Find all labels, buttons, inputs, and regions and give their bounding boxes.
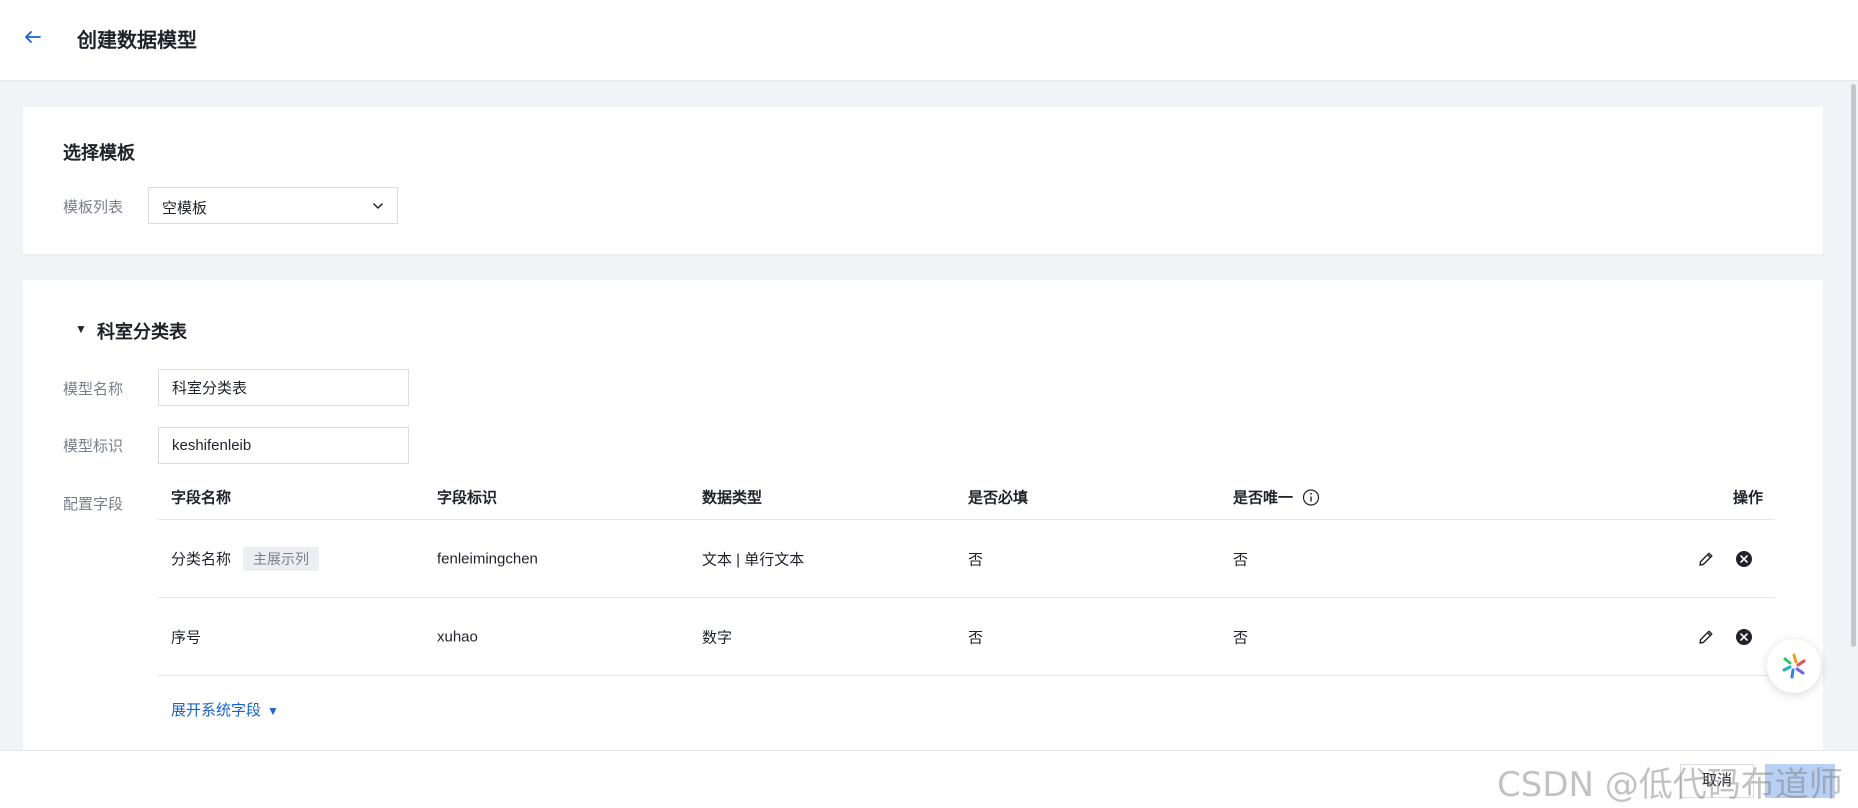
field-name: 分类名称 (171, 550, 232, 568)
column-header-unique: 是否唯一 (1233, 487, 1320, 508)
table-row: 序号 xuhao 数字 否 否 (158, 598, 1775, 676)
info-icon[interactable] (1302, 489, 1320, 507)
column-header: 是否必填 (968, 489, 1029, 507)
expand-link-label: 展开系统字段 (171, 702, 262, 719)
fields-table: 字段名称 字段标识 数据类型 是否必填 是否唯一 操作 分类名称 主展示列 fen… (158, 475, 1775, 736)
expand-system-fields-link[interactable]: 展开系统字段 ▼ (171, 699, 279, 720)
model-id-label: 模型标识 (63, 438, 124, 455)
delete-circle-icon[interactable] (1735, 550, 1753, 568)
field-unique: 否 (1233, 629, 1249, 646)
footer-bar: 取消 (0, 750, 1858, 808)
edit-pencil-icon[interactable] (1697, 550, 1715, 568)
field-identifier: xuhao (437, 628, 478, 645)
assistant-float-button[interactable] (1767, 639, 1821, 693)
column-header: 字段名称 (171, 489, 232, 507)
expand-row: 展开系统字段 ▼ (158, 676, 1775, 736)
column-header: 字段标识 (437, 489, 498, 507)
model-card: ▼ 科室分类表 模型名称 模型标识 配置字段 字段名称 字段标识 数据类型 是否… (23, 280, 1823, 750)
page-title: 创建数据模型 (77, 30, 197, 52)
chevron-down-icon (373, 203, 383, 209)
caret-down-icon: ▼ (75, 322, 87, 336)
caret-down-icon: ▼ (267, 704, 279, 718)
template-section-title: 选择模板 (63, 143, 135, 163)
template-select-value: 空模板 (162, 200, 208, 217)
field-name: 序号 (171, 629, 202, 646)
field-unique: 否 (1233, 551, 1249, 568)
template-card: 选择模板 模板列表 空模板 (23, 107, 1823, 254)
confirm-button[interactable] (1765, 764, 1835, 798)
primary-column-badge: 主展示列 (243, 546, 320, 571)
assistant-logo-icon (1782, 653, 1806, 679)
column-header: 操作 (1732, 489, 1763, 507)
top-bar: 创建数据模型 (0, 0, 1858, 81)
table-header-row: 字段名称 字段标识 数据类型 是否必填 是否唯一 操作 (158, 475, 1775, 520)
model-id-input[interactable] (158, 427, 409, 464)
model-name-input[interactable] (158, 369, 409, 406)
model-section-title: 科室分类表 (97, 322, 187, 342)
field-identifier: fenleimingchen (437, 550, 538, 567)
template-select[interactable]: 空模板 (148, 187, 398, 224)
edit-pencil-icon[interactable] (1697, 628, 1715, 646)
cancel-button[interactable]: 取消 (1680, 764, 1754, 798)
field-type: 文本 | 单行文本 (702, 551, 805, 568)
field-name-cell: 分类名称 主展示列 (171, 546, 320, 571)
column-header: 数据类型 (702, 489, 763, 507)
fields-label: 配置字段 (63, 496, 124, 513)
delete-circle-icon[interactable] (1735, 628, 1753, 646)
field-required: 否 (968, 551, 984, 568)
table-row: 分类名称 主展示列 fenleimingchen 文本 | 单行文本 否 否 (158, 520, 1775, 598)
column-header: 是否唯一 (1233, 489, 1294, 507)
back-arrow-icon[interactable] (20, 24, 46, 50)
model-name-label: 模型名称 (63, 381, 124, 398)
scrollbar-thumb[interactable] (1851, 84, 1856, 647)
field-required: 否 (968, 629, 984, 646)
field-type: 数字 (702, 629, 733, 646)
template-list-label: 模板列表 (63, 199, 124, 216)
